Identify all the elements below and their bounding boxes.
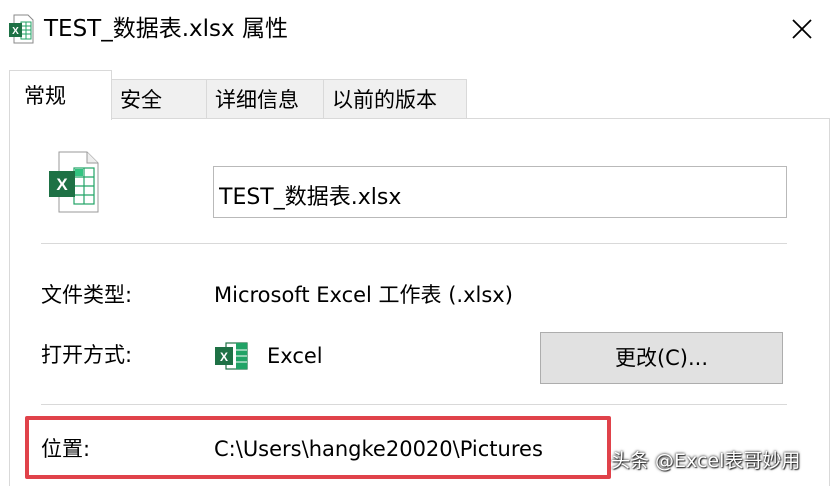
watermark: 头条 @Excel表哥妙用 xyxy=(611,450,801,472)
divider xyxy=(41,243,787,244)
open-with-app: X Excel xyxy=(214,339,323,373)
open-with-app-name: Excel xyxy=(267,344,323,368)
excel-app-icon: X xyxy=(215,342,248,370)
tab-details[interactable]: 详细信息 xyxy=(206,79,324,119)
filename-field[interactable] xyxy=(213,166,787,218)
svg-text:X: X xyxy=(12,26,19,37)
file-type-value: Microsoft Excel 工作表 (.xlsx) xyxy=(214,283,513,307)
tab-general[interactable]: 常规 xyxy=(9,70,112,120)
tab-previous-versions[interactable]: 以前的版本 xyxy=(323,79,467,119)
title-bar[interactable]: X TEST_数据表.xlsx 属性 xyxy=(0,0,837,58)
open-with-label: 打开方式: xyxy=(41,343,133,367)
close-button[interactable] xyxy=(767,0,837,58)
file-type-label: 文件类型: xyxy=(41,283,133,307)
change-button[interactable]: 更改(C)... xyxy=(540,332,783,384)
window-title: TEST_数据表.xlsx 属性 xyxy=(44,16,288,42)
properties-dialog: X TEST_数据表.xlsx 属性 常规 安全 详细信息 以前的版本 X TE… xyxy=(0,0,837,486)
excel-file-large-icon: X xyxy=(49,151,99,213)
svg-text:X: X xyxy=(220,350,228,364)
tab-security[interactable]: 安全 xyxy=(111,79,207,119)
svg-text:X: X xyxy=(56,175,68,194)
excel-file-icon: X xyxy=(9,14,34,44)
divider xyxy=(41,404,787,405)
location-highlight-box xyxy=(25,416,611,479)
tab-strip: 常规 安全 详细信息 以前的版本 xyxy=(9,70,829,120)
close-icon xyxy=(792,19,812,39)
